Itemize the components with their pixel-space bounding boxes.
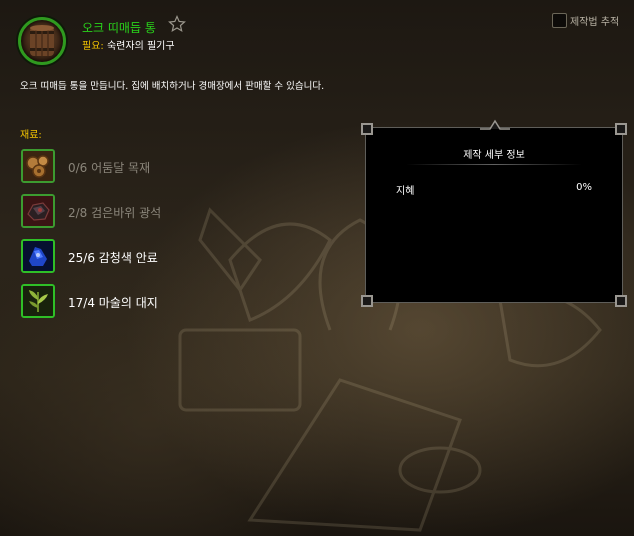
recipe-description: 오크 띠매듭 통을 만듭니다. 집에 배치하거나 경매장에서 판매할 수 있습니…: [20, 81, 325, 92]
reagent-item[interactable]: 17/4 마술의 대지: [21, 284, 321, 320]
reagent-item[interactable]: 0/6 어둠달 목재: [21, 149, 321, 185]
pigment-icon: [21, 239, 55, 273]
requires-line: 필요: 숙련자의 필기구: [82, 37, 175, 52]
crafting-details-title: 제작 세부 정보: [463, 150, 525, 161]
reagent-item[interactable]: 2/8 검은바위 광석: [21, 194, 321, 230]
reagent-name: 2/8 검은바위 광석: [68, 206, 162, 220]
frame-corner: [361, 123, 373, 135]
reagents-label: 재료:: [20, 130, 42, 141]
herb-icon: [21, 284, 55, 318]
track-recipe-label: 제작법 추적: [570, 17, 620, 28]
favorite-star-icon[interactable]: [168, 15, 186, 33]
barrel-icon: [30, 25, 54, 56]
recipe-title: 오크 띠매듭 통: [82, 21, 156, 35]
lumber-icon: [21, 149, 55, 183]
reagent-name: 0/6 어둠달 목재: [68, 161, 151, 175]
requires-value: 숙련자의 필기구: [106, 41, 175, 52]
requires-label: 필요:: [82, 41, 104, 52]
stat-name: 지혜: [396, 186, 415, 197]
frame-corner: [361, 295, 373, 307]
frame-ornament-icon: [480, 119, 510, 130]
divider: [406, 164, 582, 165]
ore-icon: [21, 194, 55, 228]
recipe-icon[interactable]: [18, 17, 66, 65]
frame-corner: [615, 123, 627, 135]
reagent-item[interactable]: 25/6 감청색 안료: [21, 239, 321, 275]
reagent-name: 17/4 마술의 대지: [68, 296, 158, 310]
frame-corner: [615, 295, 627, 307]
stat-value: 0%: [576, 182, 592, 193]
crafting-details-panel: 제작 세부 정보 지혜 0%: [361, 119, 627, 307]
track-recipe-checkbox[interactable]: [552, 13, 567, 28]
reagent-name: 25/6 감청색 안료: [68, 251, 158, 265]
